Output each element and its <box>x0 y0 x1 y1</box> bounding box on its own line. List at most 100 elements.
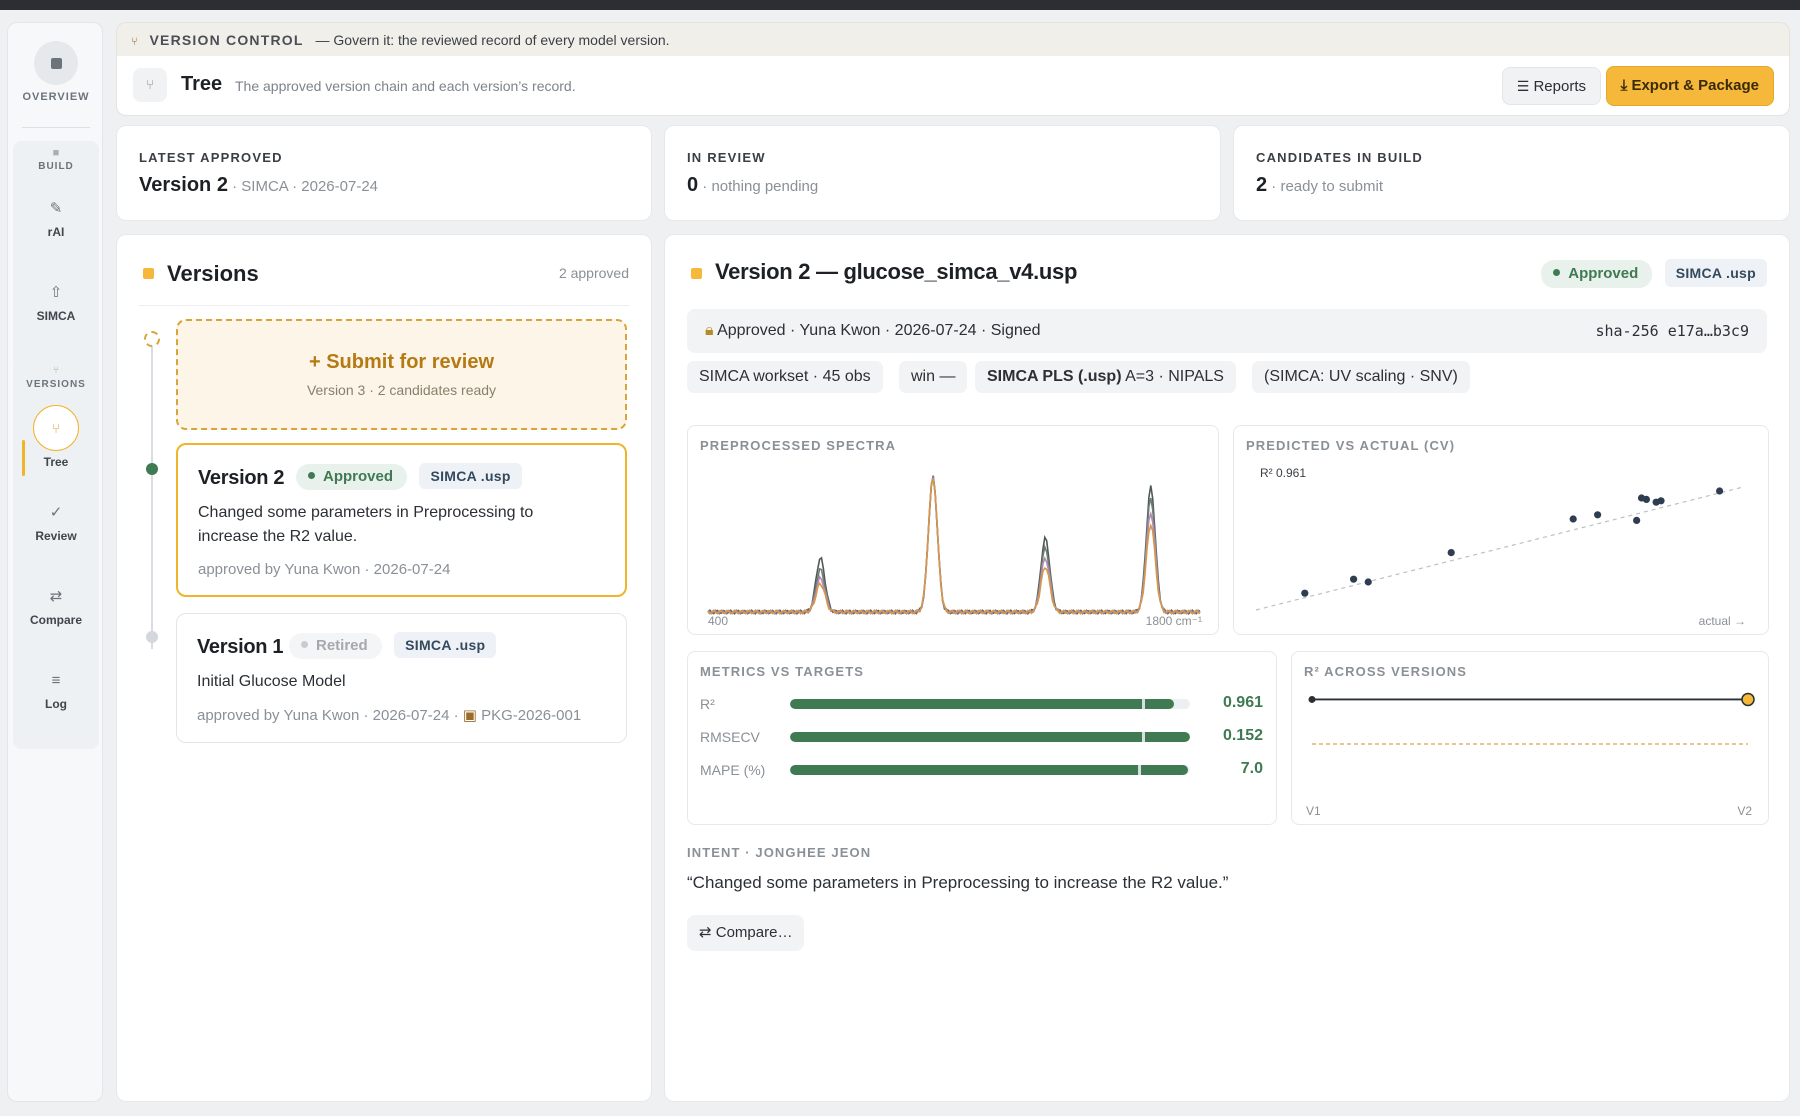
metric-name: R² <box>700 696 715 712</box>
sidebar-item-label: OVERVIEW <box>22 91 90 103</box>
x-tick-v1: V1 <box>1306 804 1321 818</box>
scatter-chart <box>1255 486 1745 611</box>
metric-row: MAPE (%) 7.0 <box>700 760 1270 780</box>
metric-row: RMSECV 0.152 <box>700 727 1270 747</box>
intent-text: “Changed some parameters in Preprocessin… <box>687 873 1229 892</box>
sidebar-item-build[interactable]: ■ BUILD <box>8 147 104 172</box>
timeline-line <box>151 339 153 649</box>
sidebar-item-label: Review <box>35 529 77 543</box>
spectra-chart-card: PREPROCESSED SPECTRA 400 1800 cm⁻¹ <box>687 425 1219 635</box>
sidebar-divider <box>22 127 90 128</box>
signature-bar: 🔒︎ Approved · Yuna Kwon · 2026-07-24 · S… <box>687 309 1767 353</box>
version-name: Version 1 <box>197 636 284 658</box>
version-card-2[interactable]: Version 2 Approved SIMCA .usp Changed so… <box>176 443 627 597</box>
page-subtitle: The approved version chain and each vers… <box>235 78 576 94</box>
r2-point-V2 <box>1741 692 1755 707</box>
sidebar-item-log[interactable]: ≡ Log <box>8 671 104 711</box>
document-icon: ☰ <box>1516 78 1530 94</box>
sidebar-item-rai[interactable]: ✎ rAI <box>8 199 104 239</box>
versions-panel: Versions 2 approved + Submit for review … <box>116 234 652 1102</box>
sidebar: OVERVIEW ■ BUILD ✎ rAI ⇧ SIMCA ⑂ VERSION… <box>7 22 103 1102</box>
versions-title: Versions <box>167 261 259 286</box>
spectrum-series-4 <box>707 478 1201 615</box>
spectrum-series-2 <box>707 475 1201 615</box>
detail-title: Version 2 — glucose_simca_v4.usp <box>715 259 1078 284</box>
upload-arrow-icon: ⇧ <box>49 284 63 301</box>
version-meta: approved by Yuna Kwon · 2026-07-24 · ▣ P… <box>197 707 582 724</box>
versions-count: 2 approved <box>558 265 629 281</box>
metric-track <box>790 699 1190 709</box>
metric-value: 0.152 <box>1222 727 1263 744</box>
status-badge: Retired <box>289 633 382 659</box>
square-icon: ■ <box>52 147 60 159</box>
sidebar-build-group <box>13 141 99 371</box>
stat-value: 2 · ready to submit <box>1256 174 1384 196</box>
metric-name: MAPE (%) <box>700 762 766 778</box>
sidebar-item-simca[interactable]: ⇧ SIMCA <box>8 283 104 323</box>
version-card-1[interactable]: Version 1 Retired SIMCA .usp Initial Glu… <box>176 613 627 743</box>
spectrum-series-1 <box>707 475 1201 615</box>
signature-text: 🔒︎ Approved · Yuna Kwon · 2026-07-24 · S… <box>705 322 1041 339</box>
compare-label: Compare… <box>715 924 793 941</box>
metric-track <box>790 732 1190 742</box>
pending-node-icon <box>144 331 160 347</box>
metric-fill <box>790 699 1174 709</box>
model-chip: SIMCA PLS (.usp) A=3 · NIPALS <box>975 361 1236 393</box>
scatter-point-4 <box>1447 549 1455 557</box>
fork-icon: ⑂ <box>146 77 154 92</box>
sidebar-item-tree[interactable]: ⑂ Tree <box>8 405 104 469</box>
reports-button[interactable]: ☰ Reports <box>1501 67 1601 105</box>
stat-label: CANDIDATES IN BUILD <box>1256 150 1423 165</box>
stat-card-candidates: CANDIDATES IN BUILD 2 · ready to submit <box>1233 125 1790 221</box>
workset-chip: SIMCA workset · 45 obs <box>687 361 883 393</box>
panel-divider <box>139 305 629 306</box>
metric-row: R² 0.961 <box>700 694 1270 714</box>
tree-view-button[interactable]: ⑂ <box>133 68 167 102</box>
version-description: Initial Glucose Model <box>197 673 346 690</box>
scatter-point-9 <box>1642 495 1650 503</box>
reports-label: Reports <box>1533 78 1586 95</box>
section-banner: ⑂ VERSION CONTROL — Govern it: the revie… <box>116 22 1790 56</box>
metric-fill <box>790 732 1190 742</box>
section-subtitle: — Govern it: the reviewed record of ever… <box>315 32 670 48</box>
version-name: Version 2 <box>198 467 285 489</box>
x-axis-min: 400 <box>708 614 729 628</box>
scatter-point-7 <box>1633 516 1641 524</box>
swap-arrows-icon: ⇄ <box>49 588 63 605</box>
x-axis-max: 1800 cm⁻¹ <box>1145 614 1202 628</box>
sidebar-section-versions: ⑂ VERSIONS <box>8 365 104 390</box>
scatter-point-1 <box>1301 589 1309 597</box>
scatter-point-12 <box>1716 487 1724 495</box>
x-tick-v2: V2 <box>1737 804 1752 818</box>
export-label: Export & Package <box>1631 77 1759 94</box>
section-title: VERSION CONTROL <box>149 32 304 48</box>
sidebar-item-review[interactable]: ✓ Review <box>8 503 104 543</box>
x-axis-label: actual → <box>1698 614 1746 628</box>
scatter-point-6 <box>1594 511 1602 519</box>
retired-node-icon <box>146 631 158 643</box>
chart-title: METRICS VS TARGETS <box>700 664 865 679</box>
submit-title: + Submit for review <box>308 351 495 373</box>
lock-icon: 🔒︎ <box>705 322 714 339</box>
submit-subtitle: Version 3 · 2 candidates ready <box>306 382 497 398</box>
window-top-bar <box>0 0 1800 10</box>
sidebar-item-label: SIMCA <box>36 309 76 323</box>
spectrum-series-3 <box>707 477 1201 615</box>
signature-hash: sha-256 e17a…b3c9 <box>1595 322 1749 340</box>
version-badges: Approved SIMCA .usp <box>296 463 522 490</box>
status-badge: Approved <box>1541 260 1653 288</box>
scatter-point-11 <box>1657 497 1665 505</box>
export-package-button[interactable]: ⤓ Export & Package <box>1605 66 1774 106</box>
page-header: ⑂ Tree The approved version chain and ea… <box>116 56 1790 116</box>
sidebar-item-overview[interactable]: OVERVIEW <box>8 41 104 103</box>
metric-track <box>790 765 1190 775</box>
compare-button[interactable]: ⇄ Compare… <box>687 915 805 951</box>
stat-card-latest-approved: LATEST APPROVED Version 2 · SIMCA · 2026… <box>116 125 652 221</box>
overview-icon <box>34 41 78 85</box>
intent-label: INTENT · JONGHEE JEON <box>687 845 872 860</box>
r2-point-V1 <box>1308 695 1316 703</box>
sidebar-item-compare[interactable]: ⇄ Compare <box>8 587 104 627</box>
format-tag: SIMCA .usp <box>394 632 497 658</box>
submit-for-review-button[interactable]: + Submit for review Version 3 · 2 candid… <box>176 319 627 430</box>
sidebar-item-label: Compare <box>29 613 82 627</box>
